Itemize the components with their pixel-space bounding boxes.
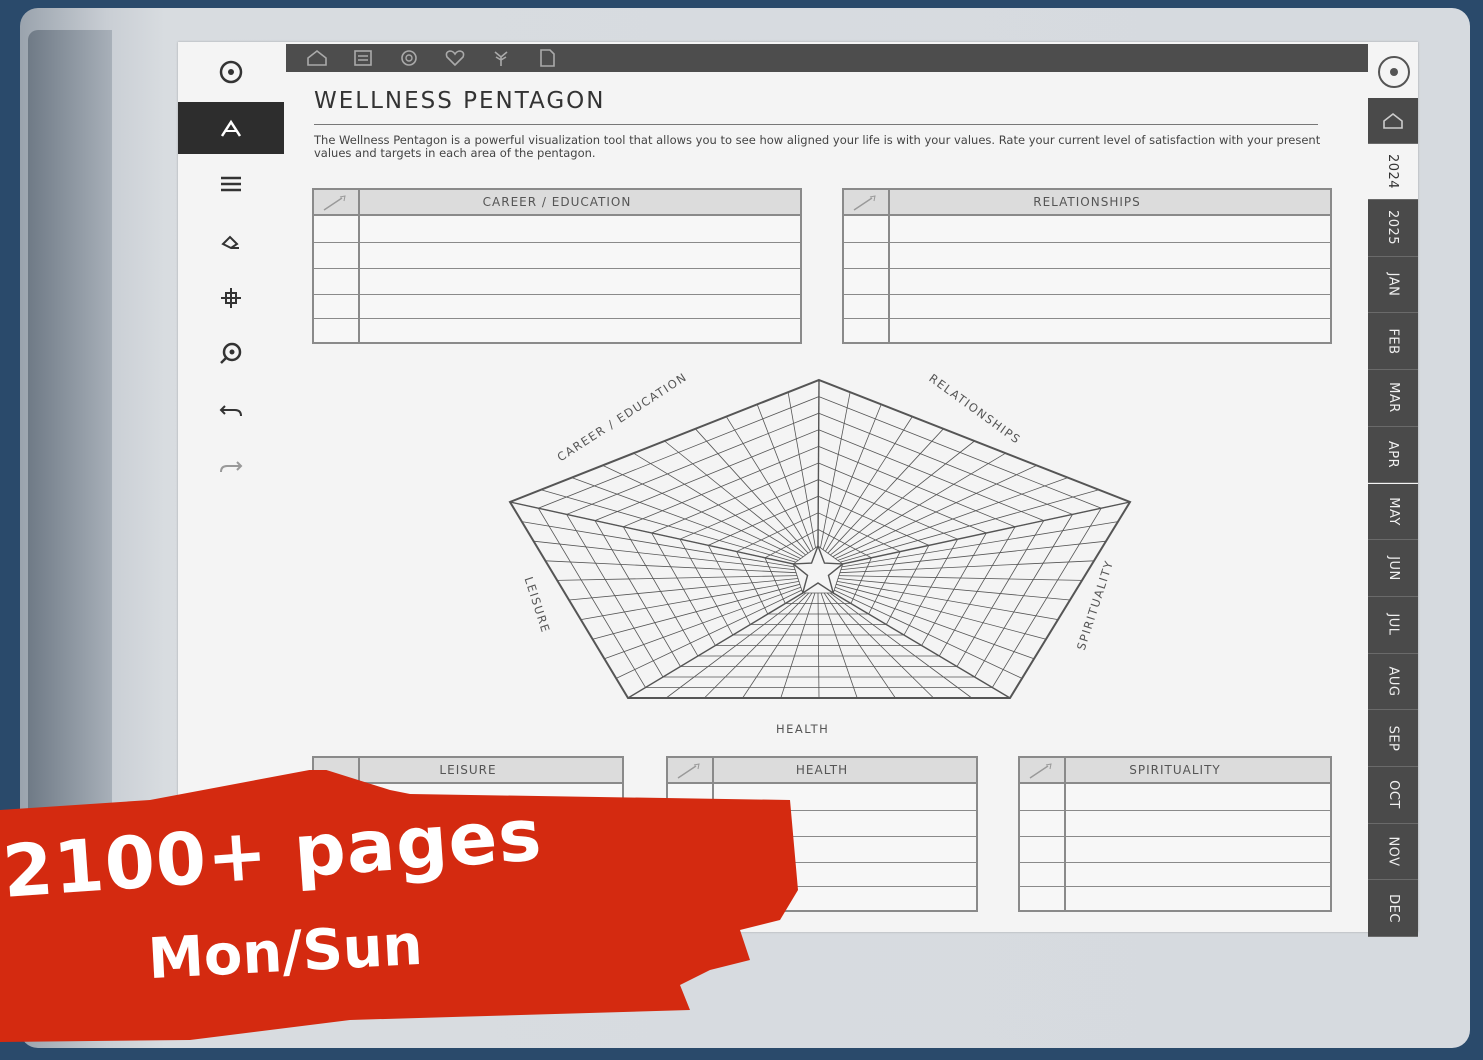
relationships-table[interactable]: RELATIONSHIPS bbox=[842, 188, 1332, 344]
redo-icon[interactable] bbox=[178, 440, 284, 492]
intro-text: The Wellness Pentagon is a powerful visu… bbox=[314, 133, 1321, 160]
pen-icon[interactable] bbox=[178, 102, 284, 154]
tab-dec[interactable]: DEC bbox=[1368, 880, 1418, 938]
menu-icon[interactable] bbox=[178, 158, 284, 210]
tab-mar[interactable]: MAR bbox=[1368, 370, 1418, 427]
relationships-table-header: RELATIONSHIPS bbox=[844, 190, 1330, 216]
tab-2024[interactable]: 2024 bbox=[1368, 144, 1418, 200]
page-icon[interactable] bbox=[530, 47, 564, 69]
tab-oct[interactable]: OCT bbox=[1368, 767, 1418, 824]
tab-jun[interactable]: JUN bbox=[1368, 540, 1418, 597]
tab-jul[interactable]: JUL bbox=[1368, 596, 1418, 654]
notebook-icon[interactable] bbox=[346, 47, 380, 69]
spirituality-table[interactable]: SPIRITUALITY bbox=[1018, 756, 1332, 912]
tab-apr[interactable]: APR bbox=[1368, 426, 1418, 484]
tree-icon[interactable] bbox=[484, 47, 518, 69]
title-divider bbox=[314, 124, 1318, 125]
tab-aug[interactable]: AUG bbox=[1368, 653, 1418, 711]
undo-icon[interactable] bbox=[178, 384, 284, 436]
tab-2025[interactable]: 2025 bbox=[1368, 200, 1418, 257]
tab-sep[interactable]: SEP bbox=[1368, 710, 1418, 767]
tab-may[interactable]: MAY bbox=[1368, 483, 1418, 541]
tab-nov[interactable]: NOV bbox=[1368, 823, 1418, 881]
spirituality-table-header: SPIRITUALITY bbox=[1020, 758, 1330, 784]
heart-icon[interactable] bbox=[438, 47, 472, 69]
pentagon-label-health: HEALTH bbox=[776, 722, 830, 736]
pentagon-grid bbox=[508, 378, 1132, 699]
tab-feb[interactable]: FEB bbox=[1368, 313, 1418, 371]
career-table[interactable]: CAREER / EDUCATION bbox=[312, 188, 802, 344]
eraser-icon[interactable] bbox=[178, 216, 284, 268]
tab-jan[interactable]: JAN bbox=[1368, 256, 1418, 314]
top-nav-bar bbox=[286, 44, 1368, 72]
pencil-icon bbox=[1029, 763, 1052, 779]
move-icon[interactable] bbox=[178, 272, 284, 324]
wellness-pentagon[interactable] bbox=[478, 362, 1158, 762]
home-icon[interactable] bbox=[300, 47, 334, 69]
right-tabs: 2024 2025 JAN FEB MAR APR MAY JUN JUL AUG SEP OCT NO… bbox=[1368, 98, 1418, 938]
close-icon[interactable] bbox=[1378, 56, 1410, 88]
pencil-icon bbox=[323, 195, 346, 211]
home-tab-icon[interactable] bbox=[1368, 98, 1418, 144]
page-title: WELLNESS PENTAGON bbox=[314, 88, 606, 114]
goals-icon[interactable] bbox=[392, 47, 426, 69]
career-table-header: CAREER / EDUCATION bbox=[314, 190, 800, 216]
zoom-icon[interactable] bbox=[178, 328, 284, 380]
hide-menu-icon[interactable] bbox=[178, 46, 284, 98]
pencil-icon bbox=[853, 195, 876, 211]
